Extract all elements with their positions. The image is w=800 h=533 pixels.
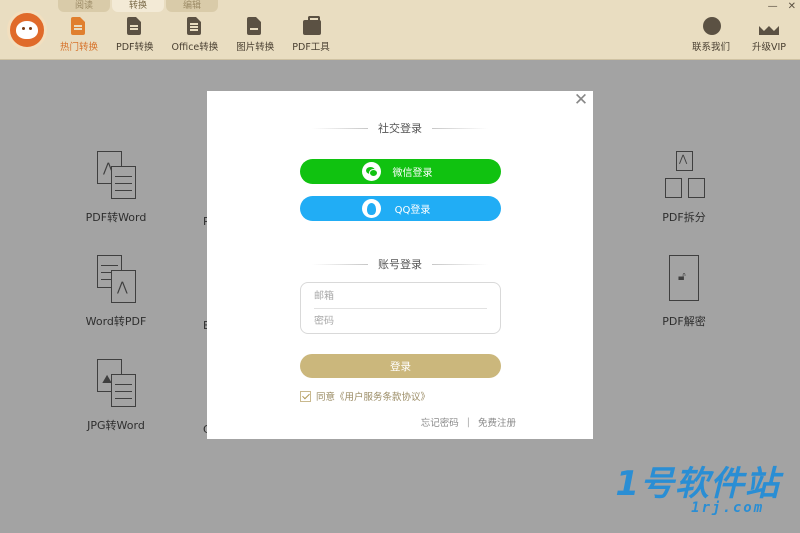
account-login-heading: 账号登录 (207, 256, 593, 272)
toolbox-icon (303, 16, 322, 36)
credentials-box (300, 282, 501, 334)
forgot-password-link[interactable]: 忘记密码 (421, 415, 459, 429)
logo-mascot-icon (16, 21, 38, 39)
tile-pdf-unlock[interactable]: 🔓︎ PDF解密 (629, 255, 739, 329)
minimize-icon[interactable]: — (768, 1, 778, 12)
window-controls: — ✕ (768, 1, 796, 12)
app-toolbar: 阅读 转换 编辑 热门转换 PDF转换 Office转换 图片转换 PDF工具 … (0, 0, 800, 60)
toolbar-pdf-convert[interactable]: PDF转换 (116, 17, 154, 57)
tile-pdf-to-word[interactable]: ⋀ PDF转Word (61, 151, 171, 225)
mode-tabs: 阅读 转换 编辑 (58, 0, 220, 12)
toolbar-right: 联系我们 升级VIP (670, 17, 786, 57)
office-icon (186, 17, 203, 36)
login-button[interactable]: 登录 (300, 354, 501, 378)
account-login-title: 账号登录 (378, 258, 422, 271)
contact-us-button[interactable]: 联系我们 (692, 17, 730, 57)
pdf-unlock-icon: 🔓︎ (661, 255, 707, 305)
login-dialog: ✕ 社交登录 微信登录 QQ登录 账号登录 登录 同意《用户服务条款协议》 忘记… (207, 91, 593, 439)
wechat-login-button[interactable]: 微信登录 (300, 159, 501, 184)
close-icon[interactable]: ✕ (573, 91, 589, 109)
email-field[interactable] (314, 286, 486, 306)
word-to-pdf-icon: ⋀ (93, 255, 139, 305)
password-field[interactable] (314, 311, 486, 331)
toolbar-pdf-convert-label: PDF转换 (116, 42, 154, 53)
toolbar-pdf-tools-label: PDF工具 (292, 42, 330, 53)
tab-read[interactable]: 阅读 (58, 0, 110, 12)
tab-convert[interactable]: 转换 (112, 0, 164, 12)
link-separator: | (466, 416, 470, 428)
upgrade-vip-button[interactable]: 升级VIP (752, 17, 786, 57)
social-login-heading: 社交登录 (207, 120, 593, 136)
qq-icon (362, 199, 381, 218)
tile-pdf-to-word-label: PDF转Word (85, 211, 147, 224)
contact-us-label: 联系我们 (691, 42, 730, 53)
tile-word-to-pdf[interactable]: ⋀ Word转PDF (61, 255, 171, 329)
pdf-to-word-icon: ⋀ (93, 151, 139, 201)
app-logo (7, 10, 47, 50)
toolbar-image-convert[interactable]: 图片转换 (236, 17, 274, 57)
qq-login-label: QQ登录 (394, 205, 431, 216)
pdf-split-icon: ⋀ (661, 151, 707, 201)
agree-text[interactable]: 同意《用户服务条款协议》 (316, 389, 430, 403)
account-links: 忘记密码 | 免费注册 (421, 415, 516, 430)
tab-edit[interactable]: 编辑 (166, 0, 218, 12)
pdf-icon (126, 17, 143, 36)
tile-jpg-to-word[interactable]: ⛰ JPG转Word (61, 359, 171, 433)
crown-icon (759, 17, 779, 36)
agree-checkbox[interactable] (300, 390, 311, 402)
social-login-title: 社交登录 (378, 122, 422, 135)
toolbar-office-convert-label: Office转换 (171, 42, 219, 53)
tile-pdf-split-label: PDF拆分 (662, 211, 706, 224)
tile-pdf-split[interactable]: ⋀ PDF拆分 (629, 151, 739, 225)
site-watermark: 1号软件站 1rj.com (615, 466, 780, 516)
toolbar-office-convert[interactable]: Office转换 (171, 17, 219, 57)
field-divider (314, 308, 487, 309)
toolbar-image-convert-label: 图片转换 (236, 42, 275, 53)
toolbar-hot-convert[interactable]: 热门转换 (60, 17, 98, 57)
qq-login-button[interactable]: QQ登录 (300, 196, 501, 221)
register-link[interactable]: 免费注册 (478, 415, 516, 429)
image-icon (247, 17, 263, 36)
toolbar-pdf-tools[interactable]: PDF工具 (292, 16, 330, 57)
wechat-login-label: 微信登录 (392, 168, 433, 179)
window-close-icon[interactable]: ✕ (788, 1, 796, 12)
watermark-main: 1号软件站 (615, 464, 780, 504)
upgrade-vip-label: 升级VIP (751, 42, 786, 53)
hot-icon (71, 17, 87, 36)
toolbar-hot-convert-label: 热门转换 (60, 42, 99, 53)
wechat-icon (362, 162, 381, 181)
jpg-to-word-icon: ⛰ (93, 359, 139, 409)
toolbar-items: 热门转换 PDF转换 Office转换 图片转换 PDF工具 (60, 16, 348, 57)
tile-word-to-pdf-label: Word转PDF (85, 315, 147, 328)
terms-agreement: 同意《用户服务条款协议》 (300, 389, 430, 403)
tile-pdf-unlock-label: PDF解密 (662, 315, 706, 328)
tile-jpg-to-word-label: JPG转Word (87, 419, 145, 432)
headset-icon (702, 17, 721, 36)
